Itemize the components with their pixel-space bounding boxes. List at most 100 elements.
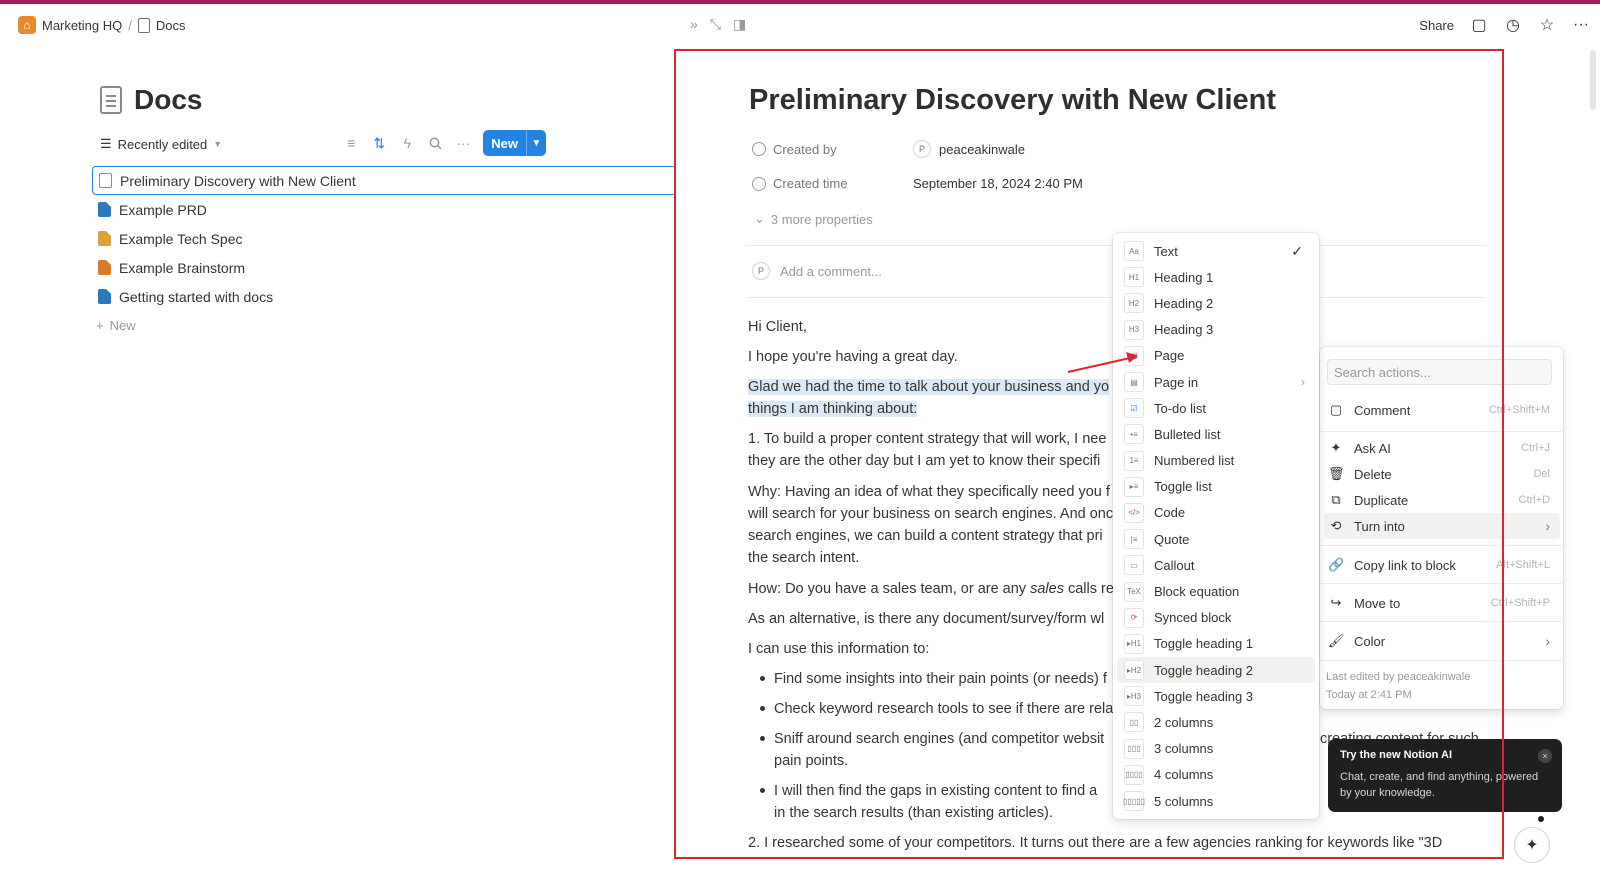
last-edited-time: Today at 2:41 PM [1326,689,1412,701]
menu-item-block-equation[interactable]: TeX Block equation [1113,578,1319,604]
divider [1320,660,1563,661]
action-move-to[interactable]: ↪ Move to Ctrl+Shift+P [1324,590,1560,616]
more-properties-toggle[interactable]: ⌄ 3 more properties [754,211,873,227]
italic-text: sales [1030,581,1064,597]
menu-item-callout[interactable]: ▭ Callout [1113,552,1319,578]
list-item-selected[interactable]: Preliminary Discovery with New Client [92,166,676,195]
property-label: Created time [773,176,848,191]
text: Client [765,319,803,335]
more-options-icon[interactable]: ··· [455,135,471,151]
menu-item-3-columns[interactable]: ▯▯▯ 3 columns [1113,736,1319,762]
paragraph[interactable]: 2. I researched some of your competitors… [748,832,1508,854]
menu-item-todo-list[interactable]: ☑ To-do list [1113,395,1319,421]
tooltip-body: Chat, create, and find anything, powered… [1340,771,1539,799]
property-label: Created by [773,141,837,157]
code-icon: </> [1124,502,1144,523]
link-icon: 🔗 [1328,557,1345,572]
menu-item-toggle-list[interactable]: ▸≡ Toggle list [1113,474,1319,500]
bullet-item[interactable]: I will then find the gaps in existing co… [774,780,1097,824]
menu-item-label: Toggle heading 2 [1154,662,1254,678]
comment-icon[interactable]: ▢ [1470,15,1488,35]
menu-item-numbered-list[interactable]: 1≡ Numbered list [1113,448,1319,474]
bullet-item[interactable]: Check keyword research tools to see if t… [774,698,1113,720]
view-selector[interactable]: ☰ Recently edited ▼ [100,136,222,152]
columns-icon: ▯▯▯ [1124,738,1144,759]
add-new-row[interactable]: + New [92,311,676,340]
close-icon[interactable]: × [1538,749,1552,763]
menu-item-text[interactable]: Aa Text ✓ [1113,238,1319,264]
doc-icon [98,231,111,246]
shortcut: Ctrl+J [1520,442,1550,454]
list-item[interactable]: Example Tech Spec [92,224,676,253]
property-created-by[interactable]: Created by P peaceakinwale [752,140,1025,158]
menu-item-label: Heading 2 [1154,295,1214,311]
menu-item-bulleted-list[interactable]: •≡ Bulleted list [1113,421,1319,447]
comment-input[interactable]: Add a comment... [780,264,882,279]
history-icon[interactable]: ◷ [1504,15,1522,35]
plus-icon: + [96,318,104,333]
toggle-list-icon: ▸≡ [1124,476,1144,497]
list-item[interactable]: Example Brainstorm [92,253,676,282]
callout-icon: ▭ [1124,555,1144,576]
doc-icon [99,173,112,188]
menu-item-synced-block[interactable]: ⟳ Synced block [1113,605,1319,631]
menu-item-code[interactable]: </> Code [1113,500,1319,526]
share-button[interactable]: Share [1419,18,1454,33]
breadcrumb-page[interactable]: Docs [134,16,190,35]
action-label: Delete [1354,466,1392,482]
menu-item-heading-3[interactable]: H3 Heading 3 [1113,317,1319,343]
menu-item-toggle-heading-3[interactable]: ▸H3 Toggle heading 3 [1113,683,1319,709]
menu-item-toggle-heading-2[interactable]: ▸H2 Toggle heading 2 [1117,657,1315,684]
star-icon[interactable]: ☆ [1538,15,1556,35]
menu-item-2-columns[interactable]: ▯▯ 2 columns [1113,709,1319,735]
action-delete[interactable]: 🗑 Delete Del [1324,461,1560,487]
bullet-item[interactable]: Sniff around search engines (and competi… [774,728,1104,772]
add-comment-row[interactable]: P Add a comment... [752,262,882,280]
list-item-label: Example Brainstorm [119,259,246,276]
menu-item-4-columns[interactable]: ▯▯▯▯ 4 columns [1113,762,1319,788]
notion-ai-button[interactable]: ✦ [1514,827,1550,863]
menu-item-heading-1[interactable]: H1 Heading 1 [1113,264,1319,290]
comment-icon: ▢ [1329,402,1343,417]
peek-mode-icon[interactable]: ◨ [733,16,746,33]
breadcrumb-workspace[interactable]: ⌂ Marketing HQ [14,14,126,36]
action-label: Copy link to block [1354,557,1456,573]
notion-ai-tooltip: Try the new Notion AI Chat, create, and … [1328,739,1562,812]
menu-item-quote[interactable]: |≡ Quote [1113,526,1319,552]
sort-icon[interactable]: ⇅ [371,135,387,151]
action-comment[interactable]: ▢ Comment Ctrl+Shift+M [1324,397,1560,423]
menu-item-5-columns[interactable]: ▯▯▯▯▯ 5 columns [1113,788,1319,814]
action-copy-link[interactable]: 🔗 Copy link to block Alt+Shift+L [1324,552,1560,578]
filter-icon[interactable]: ≡ [343,135,359,151]
new-button-chevron-icon[interactable]: ▼ [526,130,546,156]
clock-icon [752,176,766,191]
search-icon[interactable] [427,135,443,151]
search-actions-input[interactable]: Search actions... [1327,359,1552,385]
menu-item-heading-2[interactable]: H2 Heading 2 [1113,290,1319,316]
expand-icon[interactable]: ⤡ [710,16,721,33]
paint-roller-icon: 🖌 [1328,633,1345,648]
more-options-icon[interactable]: ··· [1572,16,1590,34]
scrollbar[interactable] [1590,50,1596,110]
bullet-item[interactable]: Find some insights into their pain point… [774,668,1107,690]
action-color[interactable]: 🖌 Color › [1324,628,1560,654]
breadcrumb-separator: / [128,17,132,33]
menu-item-toggle-heading-1[interactable]: ▸H1 Toggle heading 1 [1113,631,1319,657]
action-turn-into[interactable]: ⟲ Turn into › [1324,513,1560,539]
duplicate-icon: ⧉ [1331,492,1341,507]
close-peek-icon[interactable]: » [690,16,698,33]
action-ask-ai[interactable]: ✦ Ask AI Ctrl+J [1324,435,1560,461]
new-button[interactable]: New ▼ [483,130,546,156]
avatar: P [752,262,770,280]
divider [1320,545,1563,546]
automation-icon[interactable]: ϟ [399,135,415,151]
list-item[interactable]: Example PRD [92,195,676,224]
toggle-heading-3-icon: ▸H3 [1124,686,1144,707]
shortcut: Ctrl+Shift+P [1490,597,1550,609]
doc-title[interactable]: Preliminary Discovery with New Client [749,84,1276,117]
list-item[interactable]: Getting started with docs [92,282,676,311]
paragraph-selected[interactable]: Glad we had the time to talk about your … [748,376,1113,420]
action-duplicate[interactable]: ⧉ Duplicate Ctrl+D [1324,487,1560,513]
menu-item-label: 5 columns [1154,793,1214,809]
property-created-time[interactable]: Created time September 18, 2024 2:40 PM [752,176,1083,191]
